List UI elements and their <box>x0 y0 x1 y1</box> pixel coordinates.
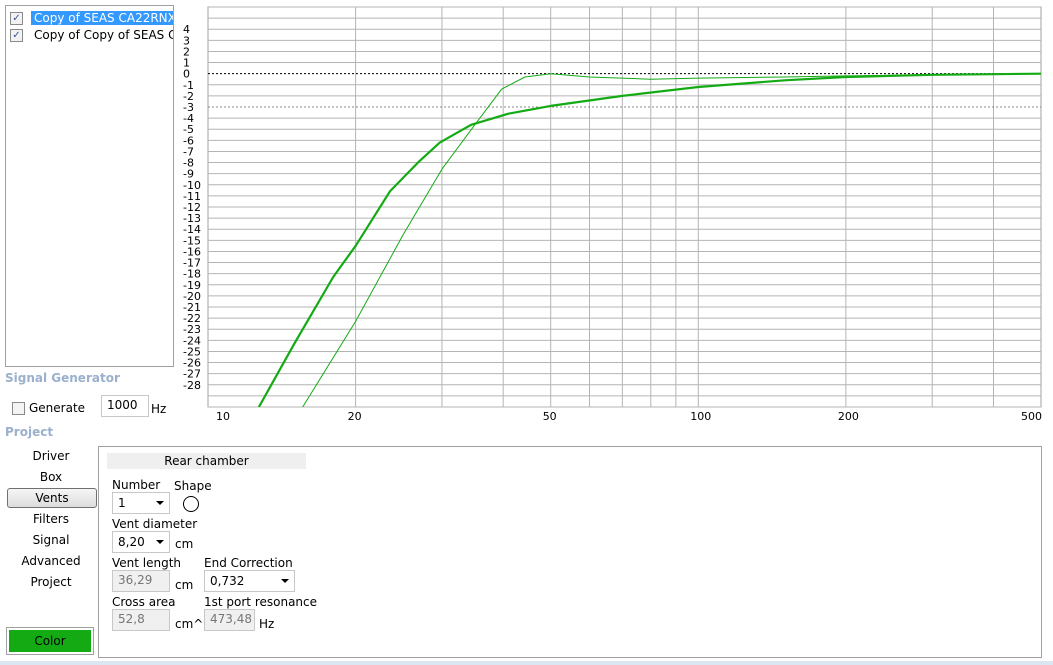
x-tick-label: 500 <box>1021 410 1042 423</box>
number-dropdown[interactable]: 1 <box>112 492 170 514</box>
circle-shape-icon[interactable] <box>183 496 199 512</box>
number-label: Number <box>112 478 161 492</box>
driver-name: Copy of Copy of SEAS CA22 <box>34 28 173 42</box>
status-strip <box>0 661 1053 665</box>
driver-list-item[interactable]: ✓ Copy of SEAS CA22RNX <box>10 10 173 26</box>
length-label: Vent length <box>112 556 182 570</box>
driver-list-item[interactable]: ✓ Copy of Copy of SEAS CA22 <box>10 27 173 43</box>
nav-signal[interactable]: Signal <box>7 531 95 549</box>
shape-label: Shape <box>174 479 212 493</box>
diameter-label: Vent diameter <box>112 517 198 531</box>
nav-driver[interactable]: Driver <box>7 447 95 465</box>
frequency-input[interactable]: 1000 <box>101 395 149 417</box>
vents-panel: Rear chamber Number Shape 1 Vent diamete… <box>98 446 1042 658</box>
end-correction-value: 0,732 <box>210 574 245 588</box>
length-unit: cm <box>175 578 194 592</box>
cross-area-field: 52,8 <box>112 609 170 631</box>
driver-name: Copy of SEAS CA22RNX <box>31 11 173 25</box>
generate-checkbox[interactable] <box>12 401 25 415</box>
resonance-unit: Hz <box>259 617 275 631</box>
frequency-response-chart: 43210-1-2-3-4-5-6-7-8-9-10-11-12-13-14-1… <box>183 6 1042 423</box>
chevron-down-icon <box>156 540 164 544</box>
length-field: 36,29 <box>112 570 170 592</box>
diameter-dropdown[interactable]: 8,20 <box>112 531 170 553</box>
generate-label: Generate <box>29 401 86 415</box>
cross-area-label: Cross area <box>112 595 176 609</box>
section-header: Rear chamber <box>107 453 306 469</box>
nav-vents[interactable]: Vents <box>7 488 97 508</box>
nav-filters[interactable]: Filters <box>7 510 95 528</box>
project-heading: Project <box>5 425 54 439</box>
diameter-value: 8,20 <box>118 535 145 549</box>
color-button[interactable]: Color <box>6 627 94 655</box>
chevron-down-icon <box>281 579 289 583</box>
driver-checkbox[interactable]: ✓ <box>10 11 23 25</box>
x-tick-label: 10 <box>216 410 230 423</box>
end-correction-dropdown[interactable]: 0,732 <box>204 570 295 592</box>
signal-generator-heading: Signal Generator <box>5 371 120 385</box>
driver-list[interactable]: ✓ Copy of SEAS CA22RNX ✓ Copy of Copy of… <box>5 5 174 367</box>
driver-checkbox[interactable]: ✓ <box>10 28 23 42</box>
frequency-unit: Hz <box>151 402 167 416</box>
nav-advanced[interactable]: Advanced <box>7 552 95 570</box>
x-tick-label: 20 <box>348 410 362 423</box>
end-correction-label: End Correction <box>204 556 293 570</box>
y-tick-label: -28 <box>183 379 201 392</box>
chevron-down-icon <box>156 501 164 505</box>
x-tick-label: 100 <box>690 410 711 423</box>
nav-project[interactable]: Project <box>7 573 95 591</box>
resonance-label: 1st port resonance <box>204 595 318 609</box>
color-swatch: Color <box>9 630 91 652</box>
resonance-field: 473,48 <box>204 609 255 631</box>
diameter-unit: cm <box>175 537 194 551</box>
x-tick-label: 50 <box>543 410 557 423</box>
nav-box[interactable]: Box <box>7 468 95 486</box>
x-tick-label: 200 <box>838 410 859 423</box>
number-value: 1 <box>118 496 126 510</box>
